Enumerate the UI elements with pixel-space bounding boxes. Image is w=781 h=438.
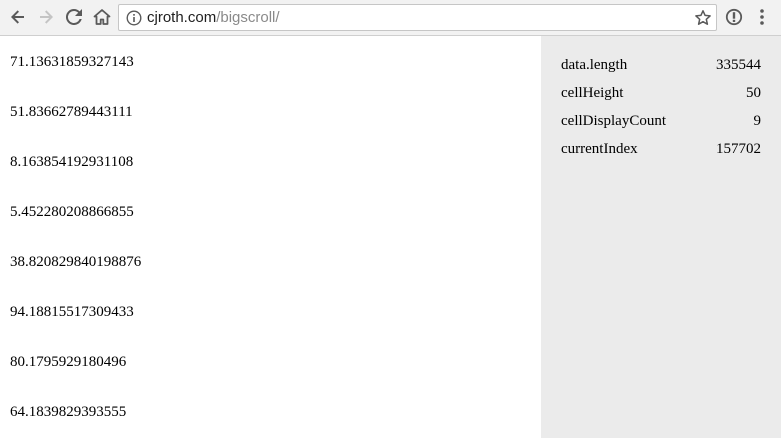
- home-icon: [93, 9, 111, 25]
- stat-value: 9: [753, 113, 762, 129]
- address-bar[interactable]: cjroth.com/bigscroll/: [118, 4, 717, 31]
- back-button[interactable]: [6, 5, 30, 29]
- url-path: /bigscroll/: [216, 9, 280, 26]
- stat-label: data.length: [561, 57, 628, 73]
- list-item: 71.13631859327143: [10, 54, 134, 70]
- stat-row-cell-display-count: cellDisplayCount 9: [561, 111, 761, 131]
- reload-button[interactable]: [62, 5, 86, 29]
- menu-icon[interactable]: [755, 7, 769, 27]
- url-text[interactable]: cjroth.com/bigscroll/: [147, 9, 280, 27]
- stat-label: currentIndex: [561, 141, 638, 157]
- extension-icon[interactable]: [725, 8, 743, 26]
- home-button[interactable]: [90, 5, 114, 29]
- list-item: 51.83662789443111: [10, 104, 133, 120]
- list-item: 80.1795929180496: [10, 354, 127, 370]
- forward-button[interactable]: [34, 5, 58, 29]
- stats-panel: data.length 335544 cellHeight 50 cellDis…: [541, 36, 781, 438]
- star-icon[interactable]: [694, 9, 712, 27]
- stat-row-cell-height: cellHeight 50: [561, 83, 761, 103]
- stat-label: cellDisplayCount: [561, 113, 666, 129]
- list-item: 8.163854192931108: [10, 154, 134, 170]
- list-item: 94.18815517309433: [10, 304, 134, 320]
- list-item: 38.820829840198876: [10, 254, 142, 270]
- info-icon[interactable]: [126, 10, 142, 26]
- page-content: 71.13631859327143 51.83662789443111 8.16…: [0, 36, 781, 438]
- reload-icon: [66, 9, 82, 25]
- stat-value: 50: [746, 85, 761, 101]
- url-domain: cjroth.com: [147, 9, 217, 26]
- scroll-list[interactable]: 71.13631859327143 51.83662789443111 8.16…: [0, 36, 541, 438]
- back-icon: [11, 10, 24, 24]
- stat-value: 157702: [716, 141, 761, 157]
- list-item: 5.452280208866855: [10, 204, 134, 220]
- stat-row-data-length: data.length 335544: [561, 55, 761, 75]
- list-item: 64.1839829393555: [10, 404, 127, 420]
- stat-label: cellHeight: [561, 85, 624, 101]
- browser-toolbar: cjroth.com/bigscroll/: [0, 0, 781, 36]
- stat-value: 335544: [716, 57, 761, 73]
- forward-icon: [40, 10, 53, 24]
- stat-row-current-index: currentIndex 157702: [561, 139, 761, 159]
